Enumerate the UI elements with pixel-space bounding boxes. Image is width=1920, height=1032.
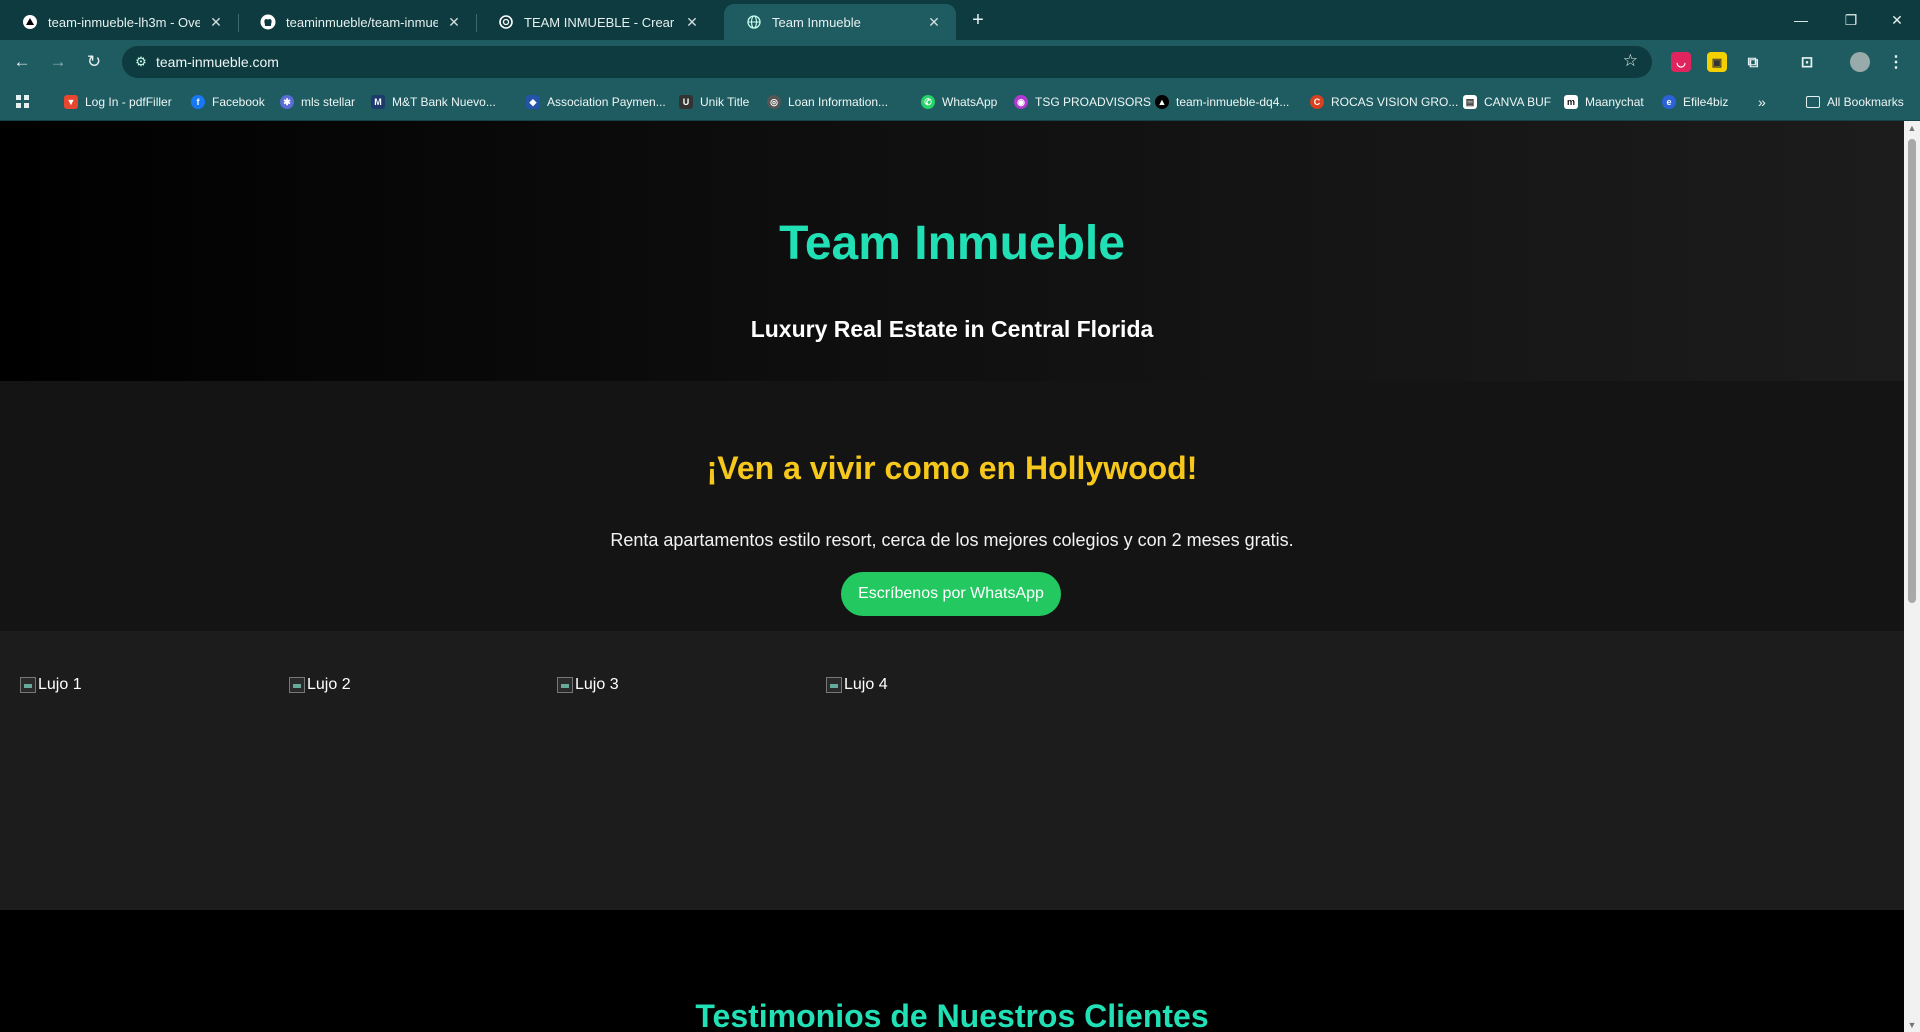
- bookmark-item[interactable]: ▼ Log In - pdfFiller: [64, 93, 172, 111]
- tab-team-inmueble-active[interactable]: Team Inmueble ✕: [724, 4, 956, 40]
- close-tab-icon[interactable]: ✕: [684, 14, 700, 31]
- bookmark-item[interactable]: ✱ mls stellar: [280, 93, 355, 111]
- more-bookmarks-icon[interactable]: »: [1758, 93, 1766, 111]
- pocket-extension-icon[interactable]: ◡: [1671, 52, 1691, 72]
- broken-image-icon: [20, 677, 36, 693]
- bookmark-item[interactable]: ✆ WhatsApp: [921, 93, 997, 111]
- page-scrollbar[interactable]: ▲ ▼: [1904, 121, 1920, 1032]
- site-settings-icon[interactable]: ⚙: [132, 53, 150, 71]
- gallery-image-2[interactable]: Lujo 2: [289, 676, 351, 694]
- rocas-vision-icon: C: [1310, 95, 1324, 109]
- tab-title: TEAM INMUEBLE - Crear página: [524, 14, 676, 30]
- testimonials-section: Testimonios de Nuestros Clientes: [0, 910, 1904, 1032]
- image-alt-text: Lujo 2: [307, 676, 351, 693]
- tab-search-icon[interactable]: ⊡: [1797, 52, 1817, 72]
- bookmark-item[interactable]: C ROCAS VISION GRO...: [1310, 93, 1458, 111]
- image-alt-text: Lujo 1: [38, 676, 82, 693]
- close-tab-icon[interactable]: ✕: [446, 14, 462, 31]
- gallery-section: Lujo 1 Lujo 2 Lujo 3 Lujo 4: [0, 631, 1904, 910]
- bookmark-item[interactable]: U Unik Title: [679, 93, 749, 111]
- broken-image-icon: [289, 677, 305, 693]
- mt-bank-icon: M: [371, 95, 385, 109]
- tab-title: team-inmueble-lh3m - Overview: [48, 14, 200, 30]
- forward-icon[interactable]: →: [46, 50, 70, 74]
- facebook-icon: f: [191, 95, 205, 109]
- chatgpt-icon: [498, 14, 514, 30]
- close-window-icon[interactable]: ✕: [1874, 0, 1920, 40]
- bookmark-item[interactable]: m Maanychat: [1564, 93, 1644, 111]
- globe-icon: [746, 14, 762, 30]
- bookmark-item[interactable]: ▲ team-inmueble-dq4...: [1155, 93, 1289, 111]
- tab-chatgpt[interactable]: TEAM INMUEBLE - Crear página ✕: [476, 4, 714, 40]
- vercel-icon: ▲: [1155, 95, 1169, 109]
- site-title: Team Inmueble: [779, 217, 1125, 270]
- whatsapp-icon: ✆: [921, 95, 935, 109]
- bookmark-star-icon[interactable]: ☆: [1623, 51, 1638, 71]
- mls-stellar-icon: ✱: [280, 95, 294, 109]
- apps-grid-icon[interactable]: [16, 93, 30, 111]
- globe-icon: ◎: [767, 95, 781, 109]
- menu-kebab-icon[interactable]: ⋮: [1886, 52, 1906, 72]
- folder-icon: [1806, 96, 1820, 108]
- gallery-image-4[interactable]: Lujo 4: [826, 676, 888, 694]
- vercel-icon: [22, 14, 38, 30]
- manychat-icon: m: [1564, 95, 1578, 109]
- extension-icon[interactable]: ▣: [1707, 52, 1727, 72]
- tab-vercel-overview[interactable]: team-inmueble-lh3m - Overview ✕: [0, 4, 238, 40]
- efile4biz-icon: e: [1662, 95, 1676, 109]
- bookmark-item[interactable]: ◎ Loan Information...: [767, 93, 888, 111]
- association-icon: ◆: [526, 95, 540, 109]
- close-tab-icon[interactable]: ✕: [926, 14, 942, 31]
- minimize-icon[interactable]: —: [1778, 0, 1824, 40]
- address-bar[interactable]: ⚙ team-inmueble.com ☆: [122, 46, 1652, 78]
- tsg-icon: ◉: [1014, 95, 1028, 109]
- reload-icon[interactable]: ↻: [82, 50, 106, 74]
- back-icon[interactable]: ←: [10, 50, 34, 74]
- image-alt-text: Lujo 4: [844, 676, 888, 693]
- testimonials-heading: Testimonios de Nuestros Clientes: [695, 998, 1209, 1032]
- browser-toolbar: ← → ↻ ⚙ team-inmueble.com ☆ ◡ ▣ ⧉ ⊡ ⋮: [0, 40, 1920, 84]
- tab-title: teaminmueble/team-inmueble: [286, 14, 438, 30]
- extensions-puzzle-icon[interactable]: ⧉: [1743, 52, 1763, 72]
- restore-icon[interactable]: ❐: [1828, 0, 1874, 40]
- new-tab-button[interactable]: +: [967, 10, 989, 32]
- page-viewport: Team Inmueble Luxury Real Estate in Cent…: [0, 121, 1904, 1032]
- pdffiller-icon: ▼: [64, 95, 78, 109]
- tab-title: Team Inmueble: [772, 14, 861, 30]
- scroll-up-arrow-icon[interactable]: ▲: [1904, 123, 1920, 133]
- bookmark-item[interactable]: ◉ TSG PROADVISORS: [1014, 93, 1151, 111]
- close-tab-icon[interactable]: ✕: [208, 14, 224, 31]
- all-bookmarks-folder[interactable]: All Bookmarks: [1806, 93, 1904, 111]
- broken-image-icon: [826, 677, 842, 693]
- bookmark-item[interactable]: ◆ Association Paymen...: [526, 93, 666, 111]
- broken-image-icon: [557, 677, 573, 693]
- gallery-image-3[interactable]: Lujo 3: [557, 676, 619, 694]
- image-alt-text: Lujo 3: [575, 676, 619, 693]
- gallery-image-1[interactable]: Lujo 1: [20, 676, 82, 694]
- unik-title-icon: U: [679, 95, 693, 109]
- promo-text: Renta apartamentos estilo resort, cerca …: [610, 530, 1294, 550]
- canva-icon: ▤: [1463, 95, 1477, 109]
- bookmark-item[interactable]: M M&T Bank Nuevo...: [371, 93, 496, 111]
- github-icon: [260, 14, 276, 30]
- profile-avatar[interactable]: [1850, 52, 1870, 72]
- bookmark-item[interactable]: f Facebook: [191, 93, 265, 111]
- scroll-down-arrow-icon[interactable]: ▼: [1904, 1020, 1920, 1030]
- hero-section: Team Inmueble Luxury Real Estate in Cent…: [0, 121, 1904, 381]
- bookmark-item[interactable]: e Efile4biz: [1662, 93, 1728, 111]
- scrollbar-thumb[interactable]: [1908, 139, 1916, 603]
- bookmarks-bar: ▼ Log In - pdfFiller f Facebook ✱ mls stell…: [0, 84, 1920, 121]
- tab-github-repo[interactable]: teaminmueble/team-inmueble ✕: [238, 4, 476, 40]
- promo-heading: ¡Ven a vivir como en Hollywood!: [706, 450, 1198, 486]
- promo-section: ¡Ven a vivir como en Hollywood! Renta ap…: [0, 381, 1904, 631]
- bookmark-item[interactable]: ▤ CANVA BUF: [1463, 93, 1551, 111]
- tab-strip: team-inmueble-lh3m - Overview ✕ teaminmu…: [0, 0, 1920, 40]
- site-subtitle: Luxury Real Estate in Central Florida: [750, 316, 1154, 342]
- url-text[interactable]: team-inmueble.com: [156, 54, 279, 70]
- whatsapp-button[interactable]: Escríbenos por WhatsApp: [841, 572, 1061, 616]
